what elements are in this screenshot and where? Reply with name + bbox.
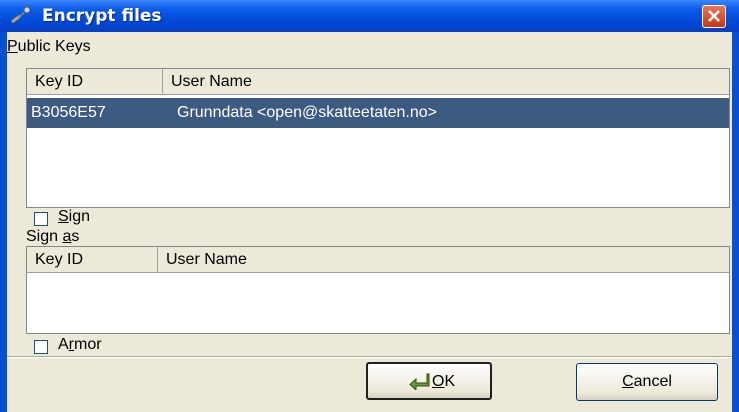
sign-checkbox[interactable] bbox=[34, 212, 48, 226]
cancel-button[interactable]: Cancel bbox=[576, 363, 718, 401]
encrypt-files-dialog: Encrypt files Public Keys Key ID User Na… bbox=[0, 0, 739, 412]
sign-label[interactable]: Sign bbox=[58, 208, 90, 226]
sign-as-label: Sign as bbox=[26, 228, 80, 245]
key-pen-icon bbox=[11, 6, 31, 24]
enter-arrow-icon bbox=[409, 373, 430, 390]
column-header-user-name[interactable]: User Name bbox=[158, 247, 729, 273]
armor-label[interactable]: Armor bbox=[58, 336, 102, 354]
close-button[interactable] bbox=[702, 5, 726, 28]
cancel-button-label: Cancel bbox=[622, 373, 672, 390]
column-header-key-id[interactable]: Key ID bbox=[27, 247, 158, 273]
column-header-user-name[interactable]: User Name bbox=[163, 69, 729, 95]
ok-button[interactable]: OK bbox=[366, 362, 492, 400]
title-bar[interactable]: Encrypt files bbox=[0, 0, 739, 32]
column-header-key-id[interactable]: Key ID bbox=[27, 69, 163, 95]
separator bbox=[7, 356, 732, 358]
window-title: Encrypt files bbox=[42, 6, 162, 26]
ok-button-label: OK bbox=[432, 373, 456, 390]
user-name-cell: Grunndata <open@skatteetaten.no> bbox=[177, 104, 437, 121]
public-keys-list[interactable]: Key ID User Name B3056E57 Grunndata <ope… bbox=[26, 68, 730, 208]
key-id-cell: B3056E57 bbox=[31, 104, 106, 121]
table-row[interactable]: B3056E57 Grunndata <open@skatteetaten.no… bbox=[27, 98, 729, 128]
public-keys-label: Public Keys bbox=[7, 38, 91, 55]
armor-checkbox[interactable] bbox=[34, 340, 48, 354]
sign-as-list[interactable]: Key ID User Name bbox=[26, 246, 730, 334]
close-icon bbox=[708, 10, 720, 22]
dialog-body: Public Keys Key ID User Name B3056E57 Gr… bbox=[7, 32, 732, 412]
